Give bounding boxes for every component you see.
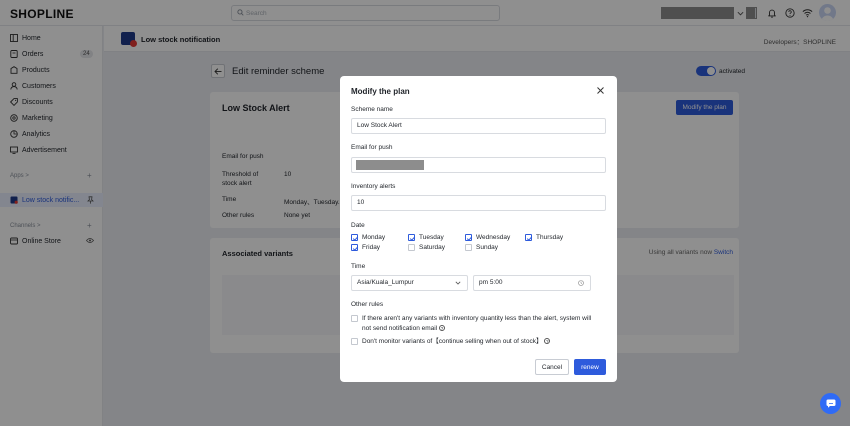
checkbox[interactable] <box>351 338 358 345</box>
checkbox[interactable] <box>351 244 359 251</box>
day-checkbox-thursday[interactable]: Thursday <box>525 234 563 241</box>
email-label: Email for push <box>351 144 393 151</box>
inventory-alerts-input[interactable]: 10 <box>351 195 606 211</box>
rule-text: Don't monitor variants of【continue selli… <box>362 338 543 345</box>
day-checkbox-monday[interactable]: Monday <box>351 234 385 241</box>
day-label: Tuesday <box>419 234 444 241</box>
day-checkbox-wednesday[interactable]: Wednesday <box>465 234 510 241</box>
scheme-name-label: Scheme name <box>351 106 393 113</box>
day-label: Sunday <box>476 244 499 251</box>
rule-text: If there aren't any variants with invent… <box>362 315 592 332</box>
checkbox[interactable] <box>408 234 416 241</box>
date-label: Date <box>351 222 365 229</box>
day-checkbox-tuesday[interactable]: Tuesday <box>408 234 444 241</box>
cancel-button[interactable]: Cancel <box>535 359 569 375</box>
help-icon[interactable]: ? <box>544 338 551 345</box>
checkbox[interactable] <box>465 244 472 251</box>
clock-icon <box>578 280 584 286</box>
close-icon[interactable] <box>596 86 605 95</box>
day-checkbox-friday[interactable]: Friday <box>351 244 380 251</box>
help-icon[interactable]: ? <box>438 324 445 331</box>
time-picker[interactable]: pm 5:00 <box>473 275 591 291</box>
time-value: pm 5:00 <box>479 279 503 286</box>
day-label: Monday <box>362 234 386 241</box>
rule-no-notify-checkbox[interactable]: If there aren't any variants with invent… <box>351 314 602 333</box>
other-rules-label: Other rules <box>351 301 384 308</box>
day-label: Friday <box>362 244 381 251</box>
email-input[interactable] <box>351 157 606 173</box>
dialog-title: Modify the plan <box>351 87 410 96</box>
day-checkbox-sunday[interactable]: Sunday <box>465 244 498 251</box>
chevron-down-icon <box>455 281 461 285</box>
day-label: Wednesday <box>476 234 511 241</box>
checkbox[interactable] <box>351 315 358 322</box>
checkbox[interactable] <box>351 234 359 241</box>
chat-button[interactable] <box>820 393 841 414</box>
inventory-alerts-label: Inventory alerts <box>351 183 396 190</box>
day-label: Thursday <box>536 234 564 241</box>
day-label: Saturday <box>419 244 446 251</box>
rule-continue-selling-checkbox[interactable]: Don't monitor variants of【continue selli… <box>351 337 602 347</box>
timezone-select[interactable]: Asia/Kuala_Lumpur <box>351 275 468 291</box>
redacted-email <box>356 160 424 170</box>
time-label: Time <box>351 263 366 270</box>
modify-plan-dialog: Modify the plan Scheme name Low Stock Al… <box>340 76 617 382</box>
chat-icon <box>826 399 835 408</box>
checkbox[interactable] <box>525 234 533 241</box>
checkbox[interactable] <box>408 244 415 251</box>
day-checkbox-saturday[interactable]: Saturday <box>408 244 445 251</box>
scheme-name-input[interactable]: Low Stock Alert <box>351 118 606 134</box>
renew-button[interactable]: renew <box>574 359 606 375</box>
checkbox[interactable] <box>465 234 473 241</box>
timezone-value: Asia/Kuala_Lumpur <box>357 279 414 286</box>
